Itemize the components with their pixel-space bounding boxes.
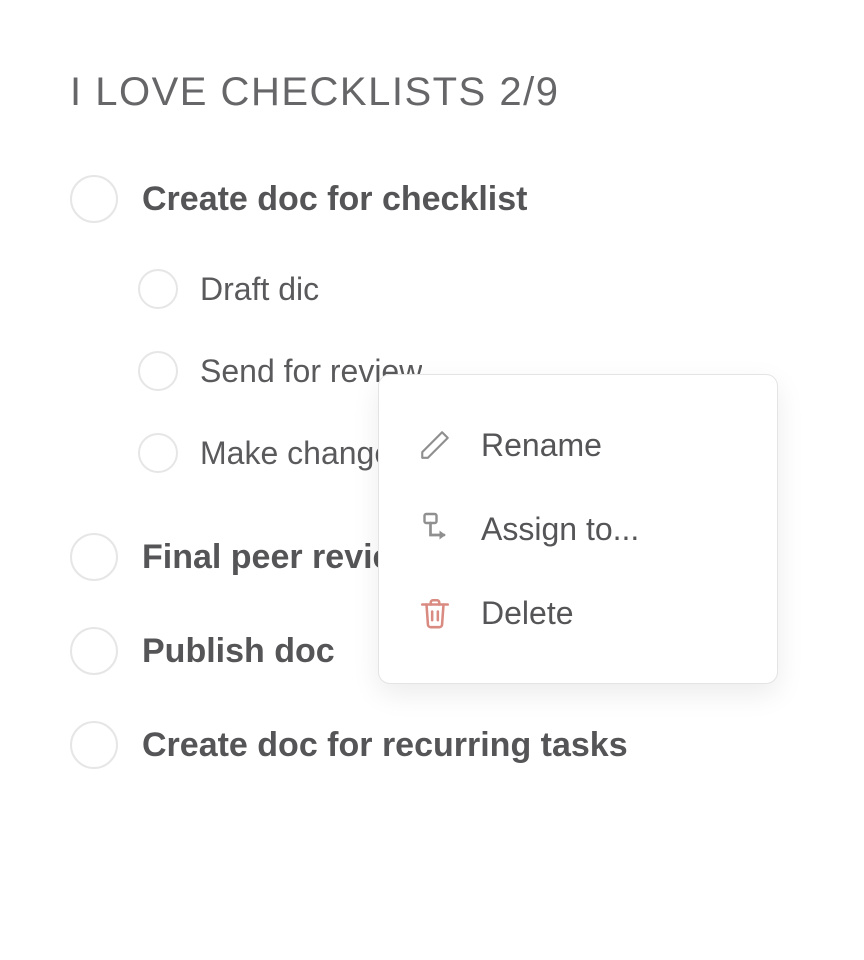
menu-item-label: Delete bbox=[481, 595, 574, 632]
checkbox-circle-icon[interactable] bbox=[70, 533, 118, 581]
checkbox-circle-icon[interactable] bbox=[138, 433, 178, 473]
checklist-subitem[interactable]: Draft dic bbox=[138, 269, 794, 309]
checkbox-circle-icon[interactable] bbox=[138, 351, 178, 391]
checkbox-circle-icon[interactable] bbox=[70, 721, 118, 769]
checkbox-circle-icon[interactable] bbox=[138, 269, 178, 309]
menu-item-rename[interactable]: Rename bbox=[379, 403, 777, 487]
trash-icon bbox=[415, 593, 455, 633]
checklist-title: I LOVE CHECKLISTS 2/9 bbox=[70, 70, 794, 115]
checklist-item[interactable]: Create doc for recurring tasks bbox=[70, 721, 794, 769]
menu-item-label: Assign to... bbox=[481, 511, 639, 548]
checklist-subitem-label: Make changes bbox=[200, 435, 408, 472]
checkbox-circle-icon[interactable] bbox=[70, 175, 118, 223]
checklist-item-label: Create doc for recurring tasks bbox=[142, 726, 628, 765]
menu-item-label: Rename bbox=[481, 427, 602, 464]
checklist-item-label: Publish doc bbox=[142, 632, 335, 671]
context-menu: Rename Assign to... Delete bbox=[378, 374, 778, 684]
menu-item-delete[interactable]: Delete bbox=[379, 571, 777, 655]
checkbox-circle-icon[interactable] bbox=[70, 627, 118, 675]
checklist-subitem-label: Draft dic bbox=[200, 271, 319, 308]
checklist-item[interactable]: Create doc for checklist bbox=[70, 175, 794, 223]
assign-arrow-icon bbox=[415, 509, 455, 549]
pencil-icon bbox=[415, 425, 455, 465]
checklist-item-label: Create doc for checklist bbox=[142, 180, 527, 219]
menu-item-assign[interactable]: Assign to... bbox=[379, 487, 777, 571]
checklist-item-label: Final peer review bbox=[142, 538, 418, 577]
